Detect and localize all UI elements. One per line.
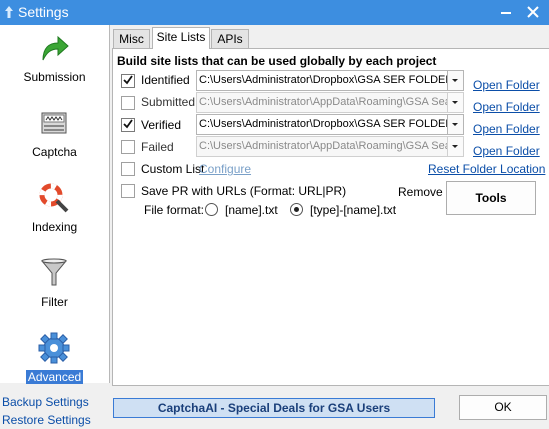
sidebar-item-label: Filter bbox=[41, 295, 68, 309]
submitted-label: Submitted bbox=[141, 95, 196, 109]
lifebuoy-magnifier-icon bbox=[39, 183, 69, 213]
gear-icon bbox=[38, 332, 70, 364]
verified-label: Verified bbox=[141, 118, 182, 132]
verified-path-field[interactable]: C:\Users\Administrator\Dropbox\GSA SER F… bbox=[196, 114, 448, 135]
format-type-name-radio[interactable] bbox=[290, 203, 303, 216]
failed-dropdown-button[interactable] bbox=[447, 136, 464, 157]
format-name-label: [name].txt bbox=[225, 203, 278, 217]
identified-dropdown-button[interactable] bbox=[447, 70, 464, 91]
tab-label: Misc bbox=[119, 32, 144, 46]
reset-folder-location-link[interactable]: Reset Folder Location bbox=[428, 162, 545, 176]
identified-checkbox[interactable] bbox=[121, 74, 135, 88]
sidebar-item-label: Indexing bbox=[31, 220, 78, 234]
identified-path-field[interactable]: C:\Users\Administrator\Dropbox\GSA SER F… bbox=[196, 70, 448, 91]
custom-list-label: Custom List bbox=[141, 162, 205, 176]
sidebar-item-submission[interactable]: Submission bbox=[0, 28, 109, 103]
submitted-path-field[interactable]: C:\Users\Administrator\AppData\Roaming\G… bbox=[196, 92, 448, 113]
green-arrow-icon bbox=[42, 35, 69, 61]
panel-heading: Build site lists that can be used global… bbox=[117, 54, 437, 68]
tab-misc[interactable]: Misc bbox=[113, 29, 150, 49]
identified-open-folder-link[interactable]: Open Folder bbox=[473, 78, 540, 92]
chevron-down-icon bbox=[452, 101, 458, 104]
submitted-open-folder-link[interactable]: Open Folder bbox=[473, 100, 540, 114]
chevron-down-icon bbox=[452, 79, 458, 82]
tools-button[interactable]: Tools bbox=[446, 181, 536, 215]
window-title: Settings bbox=[18, 4, 69, 20]
title-bar: Settings bbox=[0, 0, 549, 25]
verified-open-folder-link[interactable]: Open Folder bbox=[473, 122, 540, 136]
save-pr-checkbox[interactable] bbox=[121, 184, 135, 198]
radio-selected-dot bbox=[294, 207, 299, 212]
configure-link[interactable]: Configure bbox=[199, 162, 251, 176]
failed-open-folder-link[interactable]: Open Folder bbox=[473, 144, 540, 158]
tab-label: Site Lists bbox=[156, 30, 206, 44]
settings-app-icon bbox=[5, 6, 13, 18]
save-pr-label: Save PR with URLs (Format: URL|PR) bbox=[141, 184, 347, 198]
sidebar-item-label: Advanced bbox=[25, 370, 84, 384]
custom-list-checkbox[interactable] bbox=[121, 162, 135, 176]
backup-settings-link[interactable]: Backup Settings bbox=[2, 395, 89, 409]
sidebar: Submission Captcha Indexing Filter Advan… bbox=[0, 25, 110, 384]
chevron-down-icon bbox=[452, 145, 458, 148]
restore-settings-link[interactable]: Restore Settings bbox=[2, 413, 91, 427]
format-name-radio[interactable] bbox=[205, 203, 218, 216]
tab-label: APIs bbox=[217, 32, 243, 46]
failed-label: Failed bbox=[141, 140, 174, 154]
minimize-icon[interactable] bbox=[497, 3, 515, 21]
identified-label: Identified bbox=[141, 73, 190, 87]
close-icon[interactable] bbox=[524, 3, 542, 21]
funnel-icon bbox=[40, 258, 68, 286]
sidebar-item-label: Submission bbox=[23, 70, 86, 84]
submitted-dropdown-button[interactable] bbox=[447, 92, 464, 113]
sidebar-item-advanced[interactable]: Advanced bbox=[0, 328, 109, 403]
sidebar-item-indexing[interactable]: Indexing bbox=[0, 178, 109, 253]
chevron-down-icon bbox=[452, 123, 458, 126]
checkmark-icon bbox=[123, 119, 133, 129]
file-format-label: File format: bbox=[144, 203, 205, 217]
checkmark-icon bbox=[123, 75, 133, 85]
failed-path-field[interactable]: C:\Users\Administrator\AppData\Roaming\G… bbox=[196, 136, 448, 157]
verified-dropdown-button[interactable] bbox=[447, 114, 464, 135]
ok-button[interactable]: OK bbox=[459, 395, 547, 420]
remove-label: Remove bbox=[398, 185, 443, 199]
sidebar-item-filter[interactable]: Filter bbox=[0, 253, 109, 328]
captchaai-banner[interactable]: CaptchaAI - Special Deals for GSA Users bbox=[113, 398, 435, 418]
verified-checkbox[interactable] bbox=[121, 118, 135, 132]
tab-site-lists[interactable]: Site Lists bbox=[152, 27, 210, 49]
format-type-name-label: [type]-[name].txt bbox=[310, 203, 397, 217]
failed-checkbox[interactable] bbox=[121, 140, 135, 154]
sidebar-item-label: Captcha bbox=[32, 145, 77, 159]
captcha-icon bbox=[41, 112, 67, 134]
submitted-checkbox[interactable] bbox=[121, 96, 135, 110]
tab-apis[interactable]: APIs bbox=[211, 29, 249, 49]
sidebar-item-captcha[interactable]: Captcha bbox=[0, 103, 109, 178]
